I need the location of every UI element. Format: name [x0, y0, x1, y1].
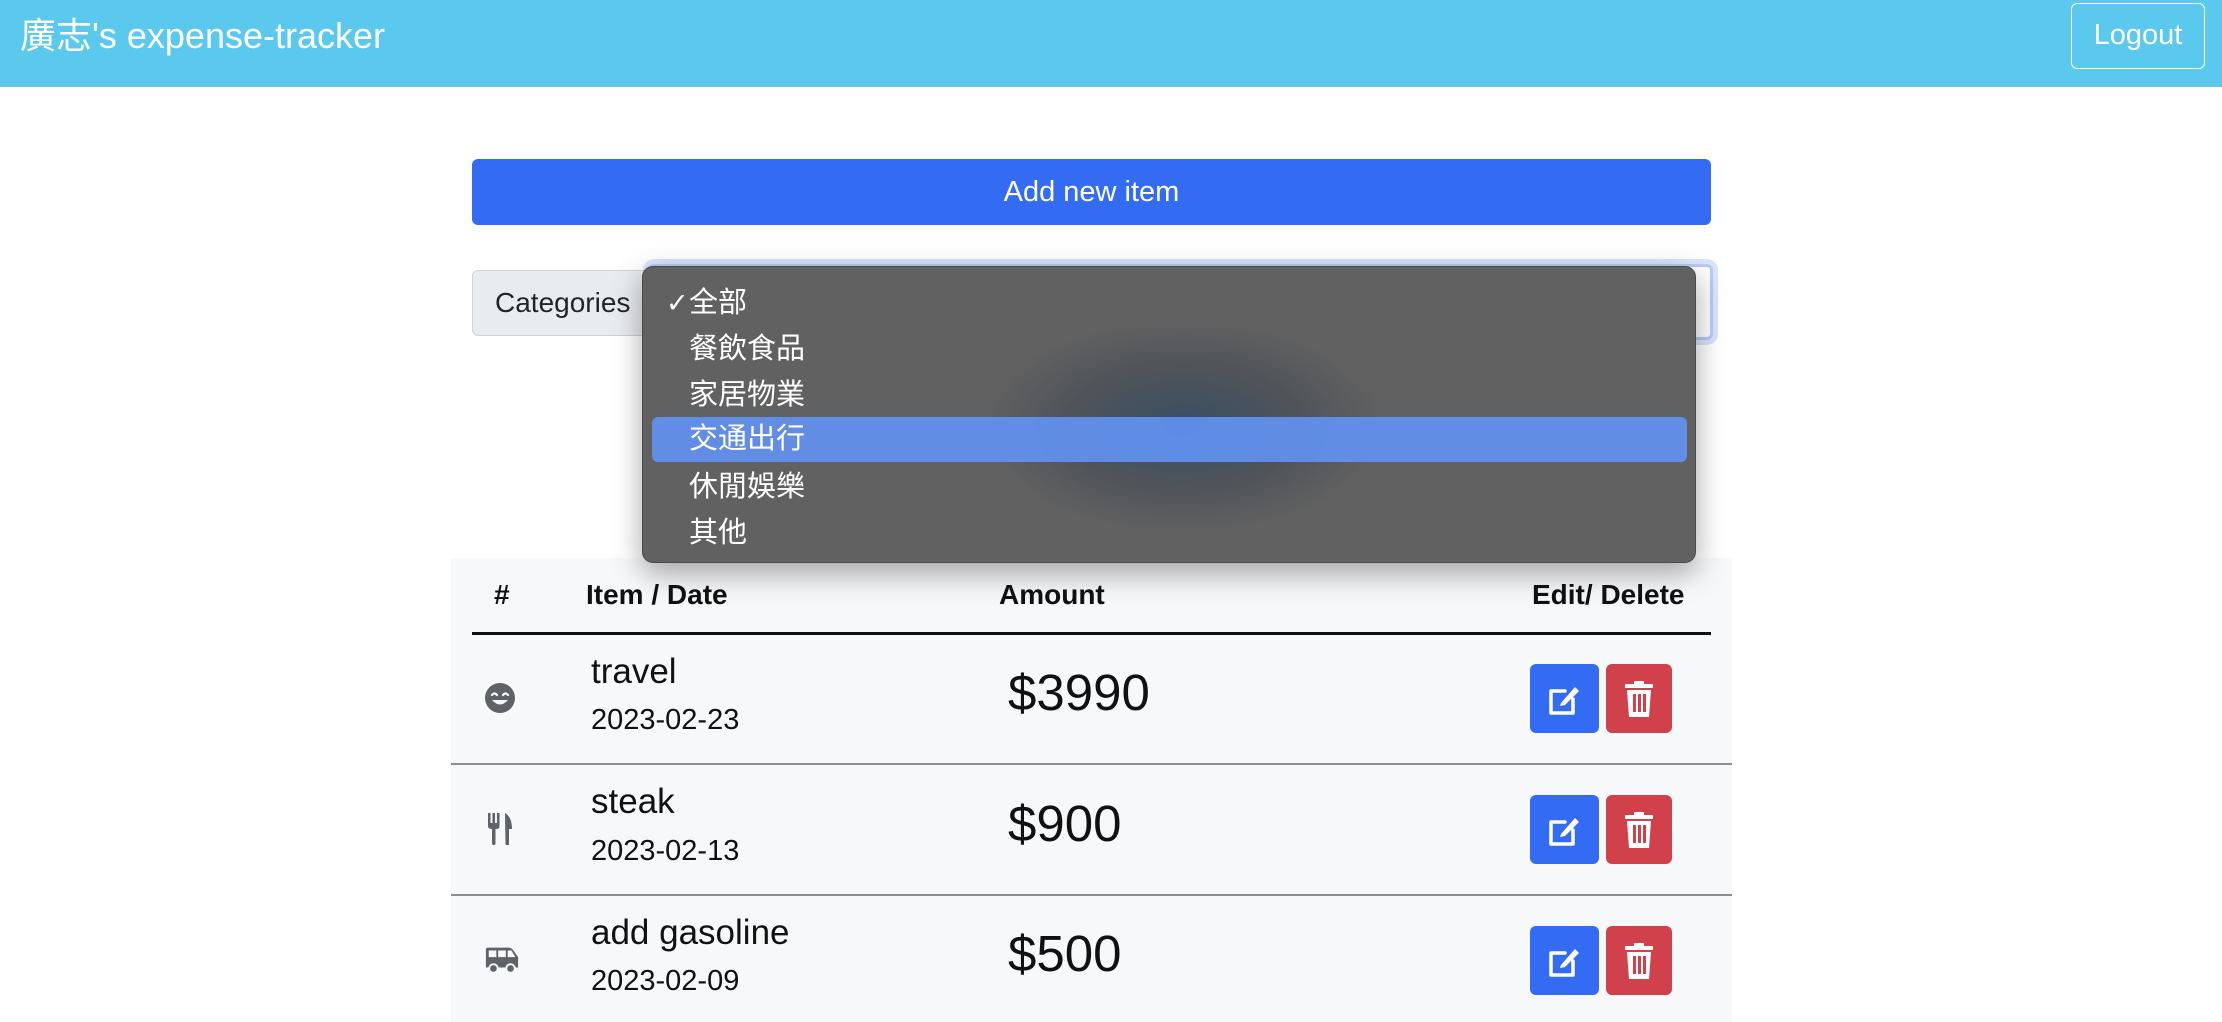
edit-icon	[1548, 817, 1579, 846]
dropdown-option-transport[interactable]: 交通出行	[652, 417, 1687, 462]
item-amount: $3990	[1008, 664, 1150, 721]
dropdown-option-food[interactable]: 餐飲食品	[652, 327, 1687, 372]
categories-label: Categories	[472, 270, 662, 336]
logout-button[interactable]: Logout	[2071, 3, 2205, 69]
header-edit-delete: Edit/ Delete	[1532, 579, 1685, 610]
delete-button[interactable]	[1606, 795, 1672, 864]
navbar: 廣志's expense-tracker Logout	[0, 0, 2222, 87]
checkmark-icon: ✓	[666, 288, 689, 318]
utensils-icon	[488, 813, 512, 845]
dropdown-option-other[interactable]: 其他	[652, 511, 1687, 556]
header-item-date: Item / Date	[586, 579, 728, 610]
item-name: steak	[591, 782, 675, 821]
item-amount: $500	[1008, 925, 1122, 982]
edit-button[interactable]	[1530, 795, 1599, 864]
row-divider	[451, 894, 1732, 896]
brand-title[interactable]: 廣志's expense-tracker	[20, 14, 385, 58]
dropdown-option-home[interactable]: 家居物業	[652, 373, 1687, 418]
delete-button[interactable]	[1606, 926, 1672, 995]
item-date: 2023-02-13	[591, 835, 740, 867]
option-label: 家居物業	[689, 379, 806, 411]
row-divider	[451, 763, 1732, 765]
option-label: 餐飲食品	[689, 333, 806, 365]
add-new-item-button[interactable]: Add new item	[472, 159, 1711, 225]
option-label: 休閒娛樂	[689, 471, 806, 503]
edit-icon	[1548, 948, 1579, 977]
dropdown-option-all[interactable]: ✓ 全部	[652, 281, 1687, 326]
option-label: 其他	[689, 517, 748, 549]
trash-icon	[1625, 680, 1653, 717]
item-name: travel	[591, 652, 677, 691]
dropdown-option-leisure[interactable]: 休閒娛樂	[652, 465, 1687, 510]
category-dropdown-menu: ✓ 全部 餐飲食品 家居物業 交通出行 休閒娛樂 其他	[642, 266, 1696, 563]
header-divider	[472, 632, 1711, 635]
item-name: add gasoline	[591, 913, 790, 952]
trash-icon	[1625, 942, 1653, 979]
option-label: 交通出行	[689, 423, 806, 455]
item-date: 2023-02-09	[591, 965, 740, 997]
header-amount: Amount	[999, 579, 1105, 610]
smile-icon	[485, 683, 515, 713]
shuttle-van-icon	[485, 947, 519, 974]
trash-icon	[1625, 811, 1653, 848]
edit-button[interactable]	[1530, 926, 1599, 995]
header-index: #	[494, 579, 510, 610]
option-label: 全部	[689, 287, 748, 319]
item-amount: $900	[1008, 795, 1122, 852]
item-date: 2023-02-23	[591, 704, 740, 736]
delete-button[interactable]	[1606, 664, 1672, 733]
edit-button[interactable]	[1530, 664, 1599, 733]
edit-icon	[1548, 686, 1579, 715]
